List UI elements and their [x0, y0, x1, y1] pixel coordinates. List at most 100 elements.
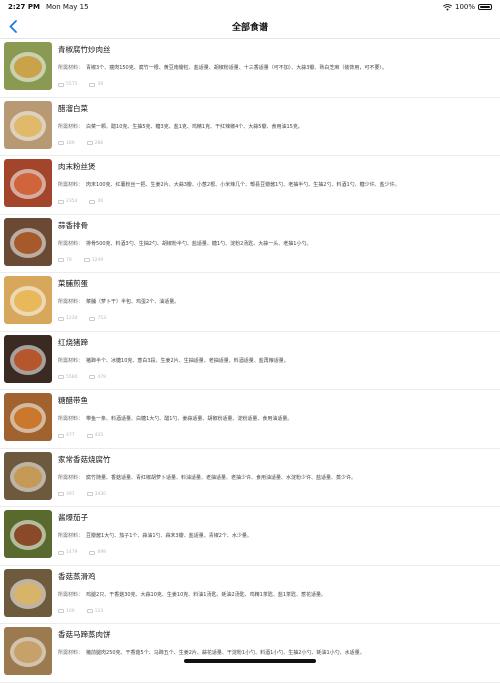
- ingredients-label: 所需材料：: [58, 299, 84, 305]
- like-count: 286: [94, 140, 104, 146]
- ingredients-text: 带鱼一条、料酒适量、白糖1大勺、醋1勺、姜蒜适量、胡椒粉适量、淀粉适量、食用油适…: [86, 416, 293, 422]
- ingredients-label: 所需材料：: [58, 357, 84, 364]
- ingredients-text: 猪前腿肉250克、干香菇5个、马蹄五个、生姜2片、蒜花适量、干淀粉1小勺、料酒1…: [86, 650, 365, 656]
- recipe-stats: 79 1249: [58, 258, 103, 263]
- recipe-thumbnail: [4, 159, 52, 207]
- recipe-stats: 397 3430: [58, 492, 106, 497]
- like-count-group: 40: [89, 199, 103, 204]
- like-count: 40: [97, 199, 104, 204]
- nav-bar: 全部食谱: [0, 14, 500, 39]
- ingredients-text: 青椒3个、瘦肉150克、腐竹一根、黄豆南瓣粒、盐适量、胡椒粉适量、十三香适量（可…: [86, 65, 387, 71]
- recipe-info: 香菇蒸滑鸡所需材料： 鸡腿2只、干香菇30克、大蒜10克、生姜10克、料油1汤匙、…: [58, 569, 496, 621]
- ingredients-text: 豆瓣酱1大勺、茄子1个、蒜油1勺、蒜末3瓣、盐适量、青椒2个、水少量。: [86, 533, 252, 539]
- recipe-info: 青椒腐竹炒肉丝 所需材料： 青椒3个、瘦肉150克、腐竹一根、黄豆南瓣粒、盐适量、胡…: [58, 42, 496, 94]
- recipe-row[interactable]: 肉末粉丝煲 所需材料： 肉末100克、红薯粉丝一把、生姜2片、大蒜3瓣、小葱2根、小…: [0, 156, 500, 215]
- view-count-group: 477: [58, 433, 75, 438]
- eye-icon: [58, 375, 64, 379]
- food-shape: [14, 407, 42, 429]
- recipe-ingredients: 所需材料： 猪前腿肉250克、干香菇5个、马蹄五个、生姜2片、蒜花适量、干淀粉1小…: [58, 649, 496, 656]
- thumb-icon: [86, 141, 93, 145]
- ingredients-label: 所需材料：: [58, 240, 84, 247]
- eye-icon: [58, 550, 64, 555]
- recipe-row[interactable]: 青椒腐竹炒肉丝 所需材料： 青椒3个、瘦肉150克、腐竹一根、黄豆南瓣粒、盐适量、胡…: [0, 39, 500, 98]
- recipe-ingredients: 所需材料： 青椒3个、瘦肉150克、腐竹一根、黄豆南瓣粒、盐适量、胡椒粉适量、十三…: [58, 64, 496, 71]
- recipe-ingredients: 所需材料： 带鱼一条、料酒适量、白糖1大勺、醋1勺、姜蒜适量、胡椒粉适量、淀粉适量…: [58, 415, 496, 422]
- ingredients-text: 排骨500克、料酒3勺、生抽2勺、胡椒粉半勺、盐适量、糖1勺、淀粉2汤匙、大蒜一…: [86, 240, 312, 247]
- like-count: 699: [97, 550, 107, 555]
- recipe-row[interactable]: 香菇马蹄蒸肉饼 所需材料： 猪前腿肉250克、干香菇5个、马蹄五个、生姜2片、蒜花适…: [0, 624, 500, 683]
- recipe-name: 家常香菇烧腐竹: [58, 454, 111, 464]
- like-count-group: 286: [86, 140, 104, 146]
- recipe-thumbnail: [4, 510, 52, 558]
- view-count-group: 397: [58, 492, 75, 497]
- recipe-info: 家常香菇烧腐竹所需材料： 腐竹随量、香菇适量、青红椒胡萝卜适量、料油适量、老抽适量…: [58, 452, 496, 504]
- ingredients-text: 猪蹄半个、冰糖10克、葱白3段、生姜2片、生抽适量、老抽适量、料酒适量、盐再粮适…: [86, 357, 289, 364]
- eye-icon: [58, 609, 64, 613]
- recipe-info: 糖醋带鱼所需材料： 带鱼一条、料酒适量、白糖1大勺、醋1勺、姜蒜适量、胡椒粉适量、…: [58, 393, 496, 445]
- thumb-icon: [86, 492, 93, 496]
- eye-icon: [58, 492, 64, 496]
- view-count-group: 1234: [58, 316, 77, 321]
- recipe-row[interactable]: 香菇蒸滑鸡所需材料： 鸡腿2只、干香菇30克、大蒜10克、生姜10克、料油1汤匙、…: [0, 566, 500, 624]
- thumb-icon: [89, 82, 96, 87]
- recipe-thumbnail: [4, 568, 52, 617]
- recipe-thumbnail: [4, 42, 52, 90]
- food-shape: [14, 582, 42, 605]
- like-count: 3430: [94, 491, 107, 497]
- like-count-group: 39: [89, 82, 103, 87]
- food-shape: [14, 56, 42, 78]
- recipe-row[interactable]: 醋溜白菜 所需材料： 白菜一颗、醋10克、生抽5克、糖3克、盐1克、鸡精1克、干红辣…: [0, 98, 500, 156]
- recipe-name: 醋溜白菜: [58, 103, 88, 113]
- ingredients-text: 腐竹随量、香菇适量、青红椒胡萝卜适量、料油适量、老抽适量、老抽少许、食用油适量、…: [86, 474, 357, 481]
- like-count: 123: [94, 608, 104, 614]
- view-count-group: 5580: [58, 375, 77, 380]
- recipe-stats: 2354 40: [58, 199, 103, 204]
- ingredients-label: 所需材料：: [58, 416, 84, 422]
- ingredients-text: 鸡腿2只、干香菇30克、大蒜10克、生姜10克、料油1汤匙、蚝油2汤匙、鸡精1茶…: [86, 591, 327, 598]
- like-count-group: 435: [86, 433, 104, 438]
- recipe-info: 红烧猪蹄 所需材料： 猪蹄半个、冰糖10克、葱白3段、生姜2片、生抽适量、老抽适量、…: [58, 335, 496, 387]
- status-right: 100%: [442, 3, 492, 11]
- recipe-name: 香菇蒸滑鸡: [58, 571, 96, 581]
- recipe-ingredients: 所需材料： 肉末100克、红薯粉丝一把、生姜2片、大蒜3瓣、小葱2根、小米辣几个、…: [58, 181, 496, 188]
- ingredients-label: 所需材料：: [58, 650, 84, 656]
- recipe-thumbnail: [4, 276, 52, 324]
- recipe-thumbnail: [4, 217, 52, 266]
- recipe-row[interactable]: 菜脯煎蛋 所需材料： 菜脯（萝卜干）半包、鸡蛋2个、油适量。 1234 753: [0, 273, 500, 332]
- status-time: 2:27 PM: [8, 3, 40, 11]
- recipe-list: 青椒腐竹炒肉丝 所需材料： 青椒3个、瘦肉150克、腐竹一根、黄豆南瓣粒、盐适量、胡…: [0, 39, 500, 683]
- like-count: 753: [97, 316, 107, 321]
- recipe-row[interactable]: 蒜香排骨 所需材料： 排骨500克、料酒3勺、生抽2勺、胡椒粉半勺、盐适量、糖1勺、…: [0, 215, 500, 273]
- recipe-name: 糖醋带鱼: [58, 396, 88, 405]
- recipe-ingredients: 所需材料： 排骨500克、料酒3勺、生抽2勺、胡椒粉半勺、盐适量、糖1勺、淀粉2汤…: [58, 240, 496, 247]
- food-shape: [14, 173, 42, 195]
- recipe-row[interactable]: 红烧猪蹄 所需材料： 猪蹄半个、冰糖10克、葱白3段、生姜2片、生抽适量、老抽适量、…: [0, 332, 500, 390]
- view-count-group: 2354: [58, 199, 77, 204]
- recipe-info: 蒜香排骨 所需材料： 排骨500克、料酒3勺、生抽2勺、胡椒粉半勺、盐适量、糖1勺、…: [58, 218, 496, 270]
- view-count: 2354: [66, 199, 78, 204]
- view-count: 5580: [66, 374, 78, 380]
- recipe-info: 香菇马蹄蒸肉饼 所需材料： 猪前腿肉250克、干香菇5个、马蹄五个、生姜2片、蒜花适…: [58, 627, 496, 679]
- recipe-row[interactable]: 糖醋带鱼所需材料： 带鱼一条、料酒适量、白糖1大勺、醋1勺、姜蒜适量、胡椒粉适量、…: [0, 390, 500, 449]
- like-count: 479: [97, 374, 107, 380]
- eye-icon: [58, 82, 64, 87]
- view-count-group: 5575: [58, 82, 77, 87]
- eye-icon: [58, 258, 64, 262]
- eye-icon: [58, 141, 64, 145]
- recipe-ingredients: 所需材料： 腐竹随量、香菇适量、青红椒胡萝卜适量、料油适量、老抽适量、老抽少许、食…: [58, 474, 496, 481]
- recipe-row[interactable]: 酱爆茄子 所需材料： 豆瓣酱1大勺、茄子1个、蒜油1勺、蒜末3瓣、盐适量、青椒2个、…: [0, 507, 500, 566]
- recipe-ingredients: 所需材料： 猪蹄半个、冰糖10克、葱白3段、生姜2片、生抽适量、老抽适量、料酒适量…: [58, 357, 496, 364]
- ingredients-label: 所需材料：: [58, 591, 84, 598]
- like-count: 435: [94, 433, 104, 438]
- thumb-icon: [86, 609, 93, 613]
- recipe-row[interactable]: 家常香菇烧腐竹所需材料： 腐竹随量、香菇适量、青红椒胡萝卜适量、料油适量、老抽适量…: [0, 449, 500, 507]
- like-count-group: 753: [89, 316, 106, 321]
- recipe-info: 酱爆茄子 所需材料： 豆瓣酱1大勺、茄子1个、蒜油1勺、蒜末3瓣、盐适量、青椒2个、…: [58, 510, 496, 562]
- recipe-stats: 5575 39: [58, 82, 103, 87]
- view-count: 397: [66, 491, 75, 497]
- view-count: 79: [66, 257, 72, 263]
- back-button[interactable]: [4, 17, 22, 35]
- view-count: 109: [66, 608, 75, 614]
- like-count-group: 479: [89, 375, 106, 380]
- view-count: 477: [66, 433, 75, 438]
